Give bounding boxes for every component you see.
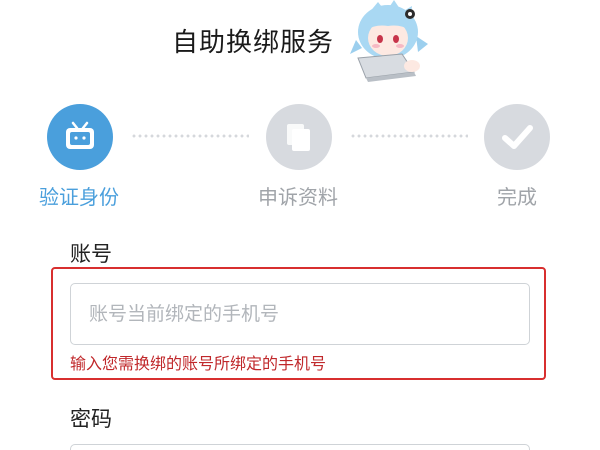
step-verify-circle xyxy=(47,104,113,170)
step-appeal-circle xyxy=(266,104,332,170)
account-hint: 输入您需换绑的账号所绑定的手机号 xyxy=(70,354,327,373)
step-connector-2 xyxy=(350,134,468,138)
step-label-done: 完成 xyxy=(497,185,537,209)
page-title: 自助换绑服务 xyxy=(172,28,335,58)
account-label: 账号 xyxy=(70,242,112,266)
step-label-appeal: 申诉资料 xyxy=(258,185,338,209)
step-connector-1 xyxy=(131,134,249,138)
password-input[interactable] xyxy=(70,444,530,450)
rebind-service-page: 自助换绑服务 验证身份 申诉资料 完成 账号 账号当前绑定的手机号 输入您需换绑… xyxy=(0,0,600,450)
mascot-icon xyxy=(350,0,428,82)
password-label: 密码 xyxy=(70,407,112,431)
documents-icon xyxy=(287,124,310,151)
step-done-circle xyxy=(484,104,550,170)
tv-icon xyxy=(66,121,94,149)
checkmark-icon xyxy=(502,125,533,149)
account-input[interactable] xyxy=(70,283,530,345)
step-label-verify: 验证身份 xyxy=(39,185,119,209)
